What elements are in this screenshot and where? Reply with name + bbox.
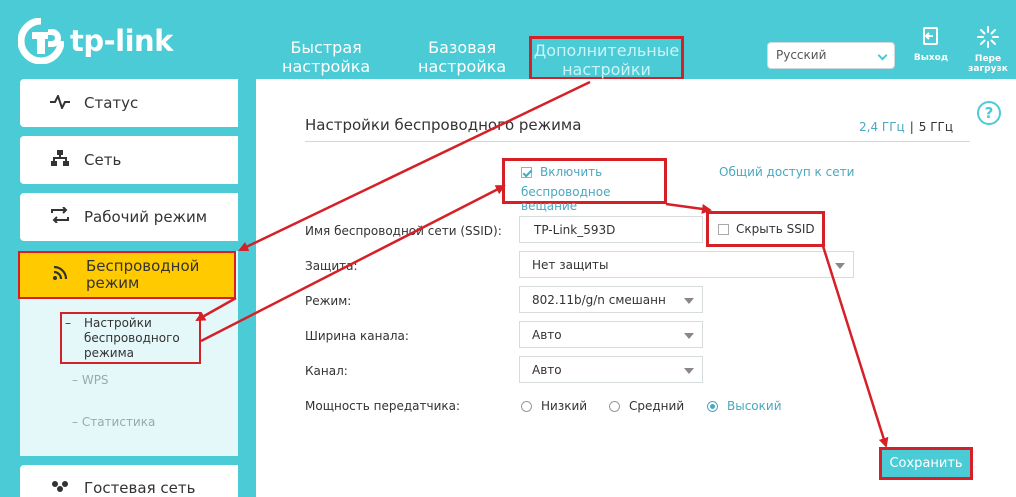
enable-wireless-label: Включить: [540, 165, 603, 179]
reboot-label: загрузк: [968, 64, 1008, 74]
radio-label: Высокий: [727, 399, 782, 413]
subitem-label: Статистика: [81, 415, 156, 429]
mode-select[interactable]: 802.11b/g/n смешанн: [519, 286, 703, 313]
tx-power-medium-radio[interactable]: Средний: [609, 399, 684, 413]
radio-dot-selected[interactable]: [707, 400, 718, 412]
chevron-down-icon: [877, 50, 888, 61]
sidebar-item-status[interactable]: Статус: [20, 79, 238, 127]
frequency-switch: 2,4 ГГц | 5 ГГц: [859, 120, 953, 134]
channel-label: Канал:: [305, 364, 348, 378]
security-label: Защита:: [305, 259, 358, 273]
security-select[interactable]: Нет защиты: [519, 251, 854, 278]
subitem-label: Настройки: [84, 316, 152, 330]
freq-5-link[interactable]: 5 ГГц: [919, 120, 953, 134]
radio-dot[interactable]: [609, 400, 620, 412]
dash-marker: –: [65, 316, 71, 330]
pulse-icon: [50, 92, 70, 113]
hide-ssid-checkbox[interactable]: Скрыть SSID: [706, 211, 825, 247]
sidebar-item-label: Беспроводной: [86, 257, 200, 275]
checkbox-unchecked[interactable]: [718, 223, 729, 235]
sidebar-subitem-wps[interactable]: – WPS: [72, 373, 109, 387]
ssid-input[interactable]: TP-Link_593D: [519, 216, 703, 243]
tab-label: настройка: [418, 57, 507, 76]
reboot-button[interactable]: Пере загрузк: [966, 26, 1010, 74]
channel-width-label: Ширина канала:: [305, 329, 409, 343]
checkbox-checked[interactable]: [521, 166, 532, 178]
language-select[interactable]: Русский: [767, 42, 895, 69]
help-icon[interactable]: ?: [977, 101, 1001, 125]
sidebar-item-guest-network[interactable]: Гостевая сеть: [20, 465, 238, 497]
freq-separator: |: [909, 120, 914, 134]
tp-link-logo: tp-link: [18, 18, 173, 64]
subitem-label: WPS: [81, 373, 109, 387]
mode-label: Режим:: [305, 294, 352, 308]
radio-dot[interactable]: [521, 400, 532, 412]
language-value: Русский: [776, 48, 827, 62]
radio-label: Средний: [629, 399, 685, 413]
sidebar-item-label: Гостевая сеть: [84, 479, 196, 497]
subitem-label: режима: [84, 346, 135, 360]
tab-quick-setup[interactable]: Быстрая настройка: [282, 38, 370, 76]
tab-label: настройка: [282, 57, 371, 76]
mode-value: 802.11b/g/n смешанн: [532, 293, 666, 307]
tp-link-logo-icon: [18, 18, 64, 64]
channel-value: Авто: [532, 363, 562, 377]
subitem-label: беспроводного: [84, 331, 180, 345]
network-sharing-link[interactable]: Общий доступ к сети: [719, 165, 854, 179]
sidebar-item-label: Статус: [84, 94, 139, 112]
tx-power-high-radio[interactable]: Высокий: [707, 399, 782, 413]
tab-basic[interactable]: Базовая настройка: [418, 38, 506, 76]
logout-button[interactable]: Выход: [912, 26, 950, 63]
hide-ssid-label: Скрыть SSID: [736, 222, 815, 236]
logout-label: Выход: [913, 53, 949, 63]
dropdown-arrow-icon: [835, 263, 845, 269]
dropdown-arrow-icon: [684, 298, 694, 304]
tab-label: Базовая: [428, 38, 497, 57]
ssid-value: TP-Link_593D: [534, 223, 616, 237]
page-title: Настройки беспроводного режима: [305, 116, 582, 134]
tab-label: Быстрая: [290, 38, 362, 57]
sidebar-item-label: Сеть: [84, 151, 122, 169]
tab-label: Дополнительные: [533, 41, 680, 60]
wifi-icon: [52, 265, 72, 285]
radio-label: Низкий: [541, 399, 588, 413]
security-value: Нет защиты: [532, 258, 609, 272]
sidebar-item-network[interactable]: Сеть: [20, 136, 238, 184]
sidebar-subitem-statistics[interactable]: – Статистика: [72, 415, 155, 429]
sidebar-subitem-wireless-settings[interactable]: – Настройки беспроводного режима: [60, 312, 201, 364]
ssid-label: Имя беспроводной сети (SSID):: [305, 224, 502, 238]
dropdown-arrow-icon: [684, 368, 694, 374]
tab-advanced[interactable]: Дополнительные настройки: [529, 36, 684, 80]
sidebar-item-label: Рабочий режим: [84, 208, 208, 226]
tab-label: настройки: [562, 60, 651, 79]
mode-switch-icon: [50, 206, 70, 227]
reboot-icon: [977, 26, 999, 48]
dropdown-arrow-icon: [684, 333, 694, 339]
channel-select[interactable]: Авто: [519, 356, 703, 383]
sidebar-item-wireless[interactable]: Беспроводной режим: [18, 251, 236, 299]
channel-width-select[interactable]: Авто: [519, 321, 703, 348]
reboot-label: Пере: [974, 54, 1002, 64]
sidebar-item-label: режим: [86, 274, 140, 292]
freq-24-link[interactable]: 2,4 ГГц: [859, 120, 905, 134]
sidebar-item-operation-mode[interactable]: Рабочий режим: [20, 193, 238, 241]
logout-icon: [923, 27, 938, 45]
network-icon: [50, 150, 70, 170]
tx-power-label: Мощность передатчика:: [305, 399, 461, 413]
enable-wireless-checkbox[interactable]: Включить беспроводное вещание: [502, 158, 667, 213]
save-button[interactable]: Сохранить: [879, 447, 973, 480]
channel-width-value: Авто: [532, 328, 562, 342]
title-divider: [305, 141, 970, 142]
logo-text: tp-link: [70, 24, 173, 58]
guest-users-icon: [50, 479, 70, 497]
enable-wireless-label: беспроводное вещание: [521, 185, 611, 213]
tx-power-low-radio[interactable]: Низкий: [521, 399, 587, 413]
